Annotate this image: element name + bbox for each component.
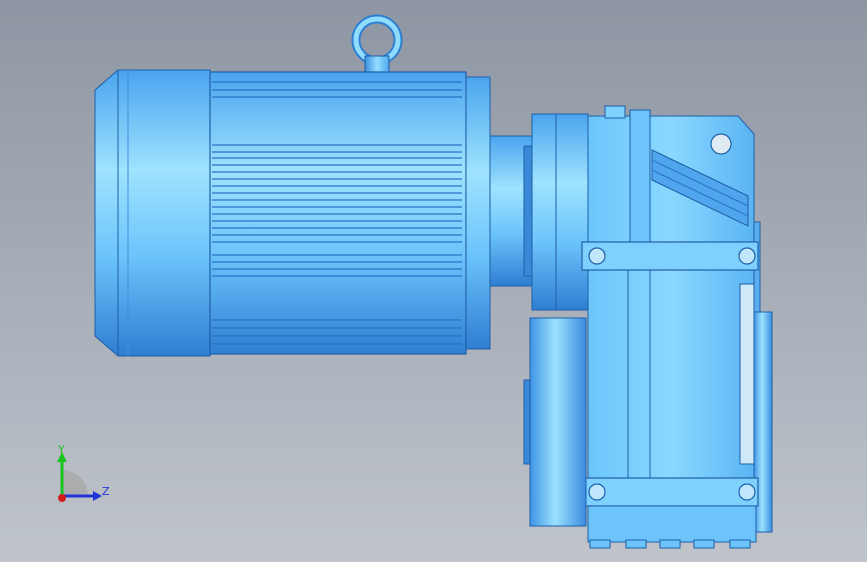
gearbox-input-housing [531,113,589,311]
coordinate-triad: Y Z [48,440,118,510]
gearbox-upper-housing [587,105,755,243]
motor-body [209,71,467,355]
bolt [588,247,606,265]
motor-flange [465,76,533,350]
z-axis-label: Z [102,485,110,498]
motor-end-cap [94,69,211,357]
bolt [588,483,606,501]
gear-motor-model[interactable] [0,0,867,562]
y-axis-label: Y [58,443,65,456]
output-shaft-cover [523,317,587,527]
lifting-eye [351,14,403,73]
bolt [738,247,756,265]
cad-viewport[interactable]: Y Z [0,0,867,562]
bolt [738,483,756,501]
